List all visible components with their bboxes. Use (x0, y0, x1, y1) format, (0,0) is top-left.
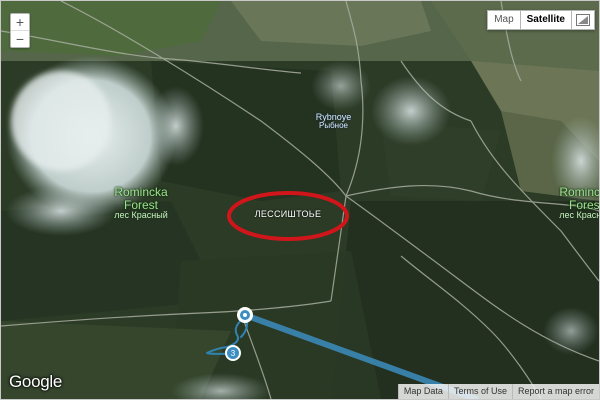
marked-place-label: ЛЕССИШТОЬЕ (254, 209, 322, 219)
zoom-control: + − (10, 13, 30, 48)
fullscreen-icon (576, 14, 590, 26)
zoom-in-button[interactable]: + (11, 14, 29, 30)
terms-of-use-link[interactable]: Terms of Use (447, 384, 512, 399)
forest-label-left: Romincka Forest лес Красный (96, 186, 186, 221)
map-data-link[interactable]: Map Data (397, 384, 448, 399)
forest-left-ru: лес Красный (114, 210, 168, 221)
report-map-error-link[interactable]: Report a map error (511, 384, 599, 399)
village-ru: Рыбное (319, 121, 348, 131)
waypoint-number: 3 (231, 349, 236, 358)
map-type-satellite-button[interactable]: Satellite (520, 10, 572, 30)
map-type-control: Map Satellite (487, 10, 595, 30)
satellite-map-canvas[interactable]: 3 (1, 1, 599, 399)
forest-left-name: Romincka (114, 185, 168, 199)
current-position-marker[interactable] (237, 307, 253, 323)
village-label: Rybnoye Рыбное (301, 112, 366, 131)
forest-label-right: Romincka Forest лес Красный (551, 185, 600, 221)
map-type-map-button[interactable]: Map (487, 10, 521, 30)
zoom-out-button[interactable]: − (11, 30, 29, 47)
google-logo[interactable]: Google (9, 372, 62, 392)
fullscreen-button[interactable] (572, 10, 595, 30)
map-frame[interactable]: 3 Romincka Forest лес Красный Romincka F… (0, 0, 600, 400)
map-footer: Map Data Terms of Use Report a map error (397, 384, 599, 399)
forest-right-name: Romincka (559, 185, 600, 199)
forest-right-ru: лес Красный (559, 210, 599, 221)
waypoint-marker[interactable]: 3 (225, 345, 241, 361)
